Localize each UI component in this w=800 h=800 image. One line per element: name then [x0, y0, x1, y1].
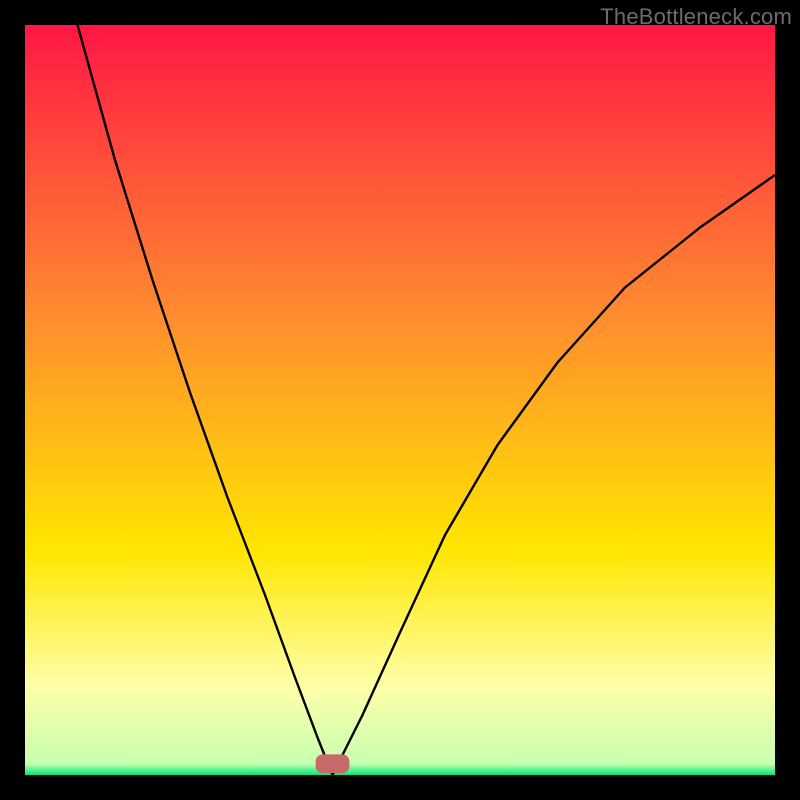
minimum-marker — [316, 754, 350, 773]
bottleneck-plot — [25, 25, 775, 775]
chart-frame: TheBottleneck.com — [0, 0, 800, 800]
gradient-background — [25, 25, 775, 775]
attribution-text: TheBottleneck.com — [600, 4, 792, 30]
